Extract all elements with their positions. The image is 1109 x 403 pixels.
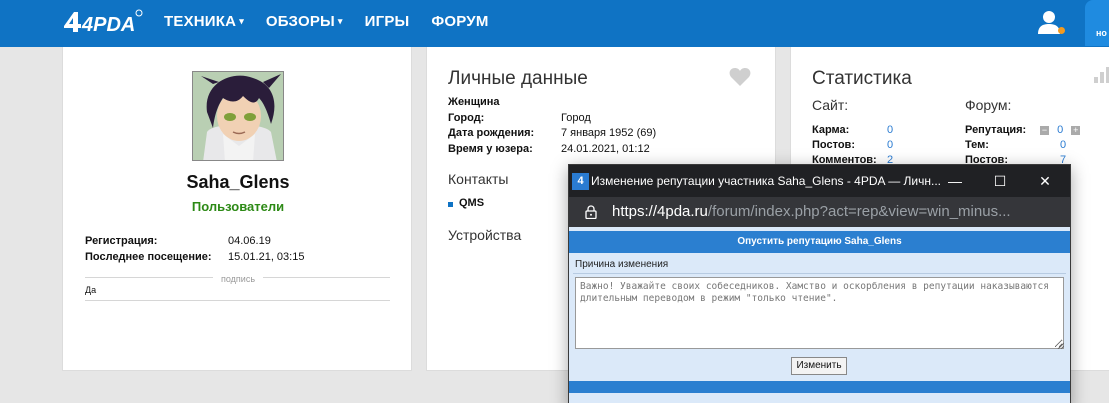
personal-data-title: Личные данные xyxy=(448,68,588,89)
reputation-form: Опустить репутацию Saha_Glens Причина из… xyxy=(569,227,1070,403)
form-header: Опустить репутацию Saha_Glens xyxy=(569,231,1070,253)
topics-value[interactable]: 0 xyxy=(1060,139,1066,151)
bullet-icon xyxy=(448,202,453,207)
top-navbar: 4PDA ТЕХНИКА ▾ ОБЗОРЫ ▾ ИГРЫ ФОРУМ но xyxy=(0,0,1109,47)
url-text: https://4pda.ru/forum/index.php?act=rep&… xyxy=(612,203,1011,220)
user-time-label: Время у юзера: xyxy=(448,143,533,155)
profile-card: Saha_Glens Пользователи Регистрация: 04.… xyxy=(62,47,412,371)
form-footer-bar xyxy=(569,381,1070,393)
divider xyxy=(573,273,1066,274)
reputation-popup-window: 4 Изменение репутации участника Saha_Gle… xyxy=(568,164,1071,403)
reputation-controls: − 0 + xyxy=(1040,124,1081,136)
last-visit-label: Последнее посещение: xyxy=(85,251,212,263)
lock-icon[interactable] xyxy=(585,205,597,219)
site-posts-label: Постов: xyxy=(812,139,855,151)
city-label: Город: xyxy=(448,112,485,124)
notification-dot xyxy=(1058,27,1065,34)
caret-down-icon: ▾ xyxy=(239,15,244,26)
reputation-value[interactable]: 0 xyxy=(1057,124,1063,136)
reputation-plus-button[interactable]: + xyxy=(1071,125,1081,135)
birth-label: Дата рождения: xyxy=(448,127,535,139)
karma-value[interactable]: 0 xyxy=(887,124,893,136)
gender: Женщина xyxy=(448,96,500,108)
address-bar[interactable]: https://4pda.ru/forum/index.php?act=rep&… xyxy=(569,197,1070,227)
profile-username: Saha_Glens xyxy=(186,172,290,192)
4pda-logo[interactable]: 4PDA xyxy=(62,8,144,36)
reputation-minus-button[interactable]: − xyxy=(1040,125,1049,135)
last-visit-value: 15.01.21, 03:15 xyxy=(228,251,305,263)
nav-label: ТЕХНИКА xyxy=(164,12,237,30)
forum-title: Форум: xyxy=(965,97,1012,113)
nav-label: ИГРЫ xyxy=(364,12,410,30)
window-titlebar[interactable]: 4 Изменение репутации участника Saha_Gle… xyxy=(569,165,1070,197)
nav-item-tech[interactable]: ТЕХНИКА ▾ xyxy=(164,13,244,30)
main-nav: ТЕХНИКА ▾ ОБЗОРЫ ▾ ИГРЫ ФОРУМ xyxy=(164,0,511,42)
nav-label: ФОРУМ xyxy=(431,12,489,30)
heart-icon[interactable] xyxy=(729,67,751,87)
reason-label: Причина изменения xyxy=(575,259,669,270)
caret-down-icon: ▾ xyxy=(337,15,343,26)
nav-item-games[interactable]: ИГРЫ xyxy=(365,13,410,30)
user-group[interactable]: Пользователи xyxy=(63,199,413,214)
contacts-title: Контакты xyxy=(448,171,509,187)
nav-label: ОБЗОРЫ xyxy=(265,12,335,30)
minimize-button[interactable]: — xyxy=(935,169,975,193)
reputation-label: Репутация: xyxy=(965,124,1027,136)
registration-value: 04.06.19 xyxy=(228,235,271,247)
close-button[interactable]: ✕ xyxy=(1025,169,1065,193)
devices-title: Устройства xyxy=(448,227,522,243)
site-title: Сайт: xyxy=(812,97,849,113)
city-value: Город xyxy=(561,112,591,124)
divider xyxy=(85,300,390,301)
qms-link[interactable]: QMS xyxy=(459,197,484,209)
notifications-button[interactable]: но xyxy=(1085,0,1109,46)
birth-value: 7 января 1952 (69) xyxy=(561,127,657,139)
avatar xyxy=(192,71,284,161)
karma-label: Карма: xyxy=(812,124,850,136)
site-posts-value[interactable]: 0 xyxy=(887,139,893,151)
logo-text: 4PDA xyxy=(81,14,135,36)
maximize-button[interactable]: ☐ xyxy=(980,169,1020,193)
signature-text: Да xyxy=(85,285,97,295)
notifications-label: но xyxy=(1096,28,1107,38)
resize-grip-icon[interactable] xyxy=(1057,342,1064,349)
bar-chart-icon[interactable] xyxy=(1093,67,1109,83)
signature-label: подпись xyxy=(63,274,413,284)
registration-label: Регистрация: xyxy=(85,235,158,247)
statistics-title: Статистика xyxy=(812,68,912,89)
4pda-favicon-icon: 4 xyxy=(572,173,589,190)
submit-button[interactable]: Изменить xyxy=(791,357,847,375)
user-time-value: 24.01.2021, 01:12 xyxy=(561,143,650,155)
topics-label: Тем: xyxy=(965,139,989,151)
reason-textarea[interactable]: Важно! Уважайте своих собеседников. Хамс… xyxy=(575,277,1064,349)
nav-item-reviews[interactable]: ОБЗОРЫ ▾ xyxy=(266,13,343,30)
nav-item-forum[interactable]: ФОРУМ xyxy=(431,13,488,30)
window-title: Изменение репутации участника Saha_Glens… xyxy=(591,174,941,188)
